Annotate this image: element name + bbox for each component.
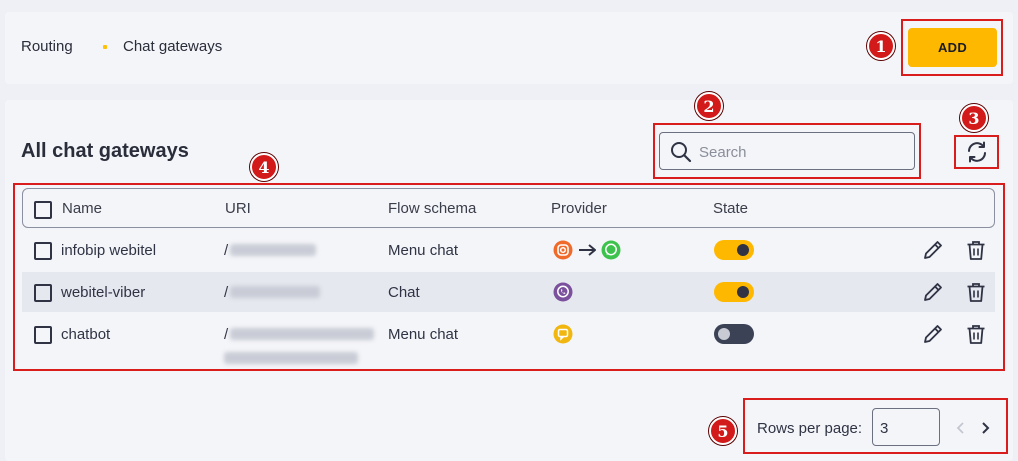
annotation-badge-2: 2 — [695, 92, 723, 120]
breadcrumb-chat-gateways: Chat gateways — [123, 38, 223, 55]
highlight-box-search — [653, 123, 921, 179]
annotation-badge-1: 1 — [867, 32, 895, 60]
highlight-box-pagination — [743, 398, 1008, 454]
breadcrumb-separator — [103, 45, 107, 49]
annotation-badge-3: 3 — [960, 104, 988, 132]
highlight-box-table — [13, 183, 1005, 371]
highlight-box-add — [901, 19, 1003, 76]
annotation-badge-4: 4 — [250, 153, 278, 181]
breadcrumb-routing[interactable]: Routing — [21, 38, 73, 55]
highlight-box-refresh — [954, 135, 999, 169]
annotation-badge-5: 5 — [709, 417, 737, 445]
page-title: All chat gateways — [21, 140, 189, 162]
